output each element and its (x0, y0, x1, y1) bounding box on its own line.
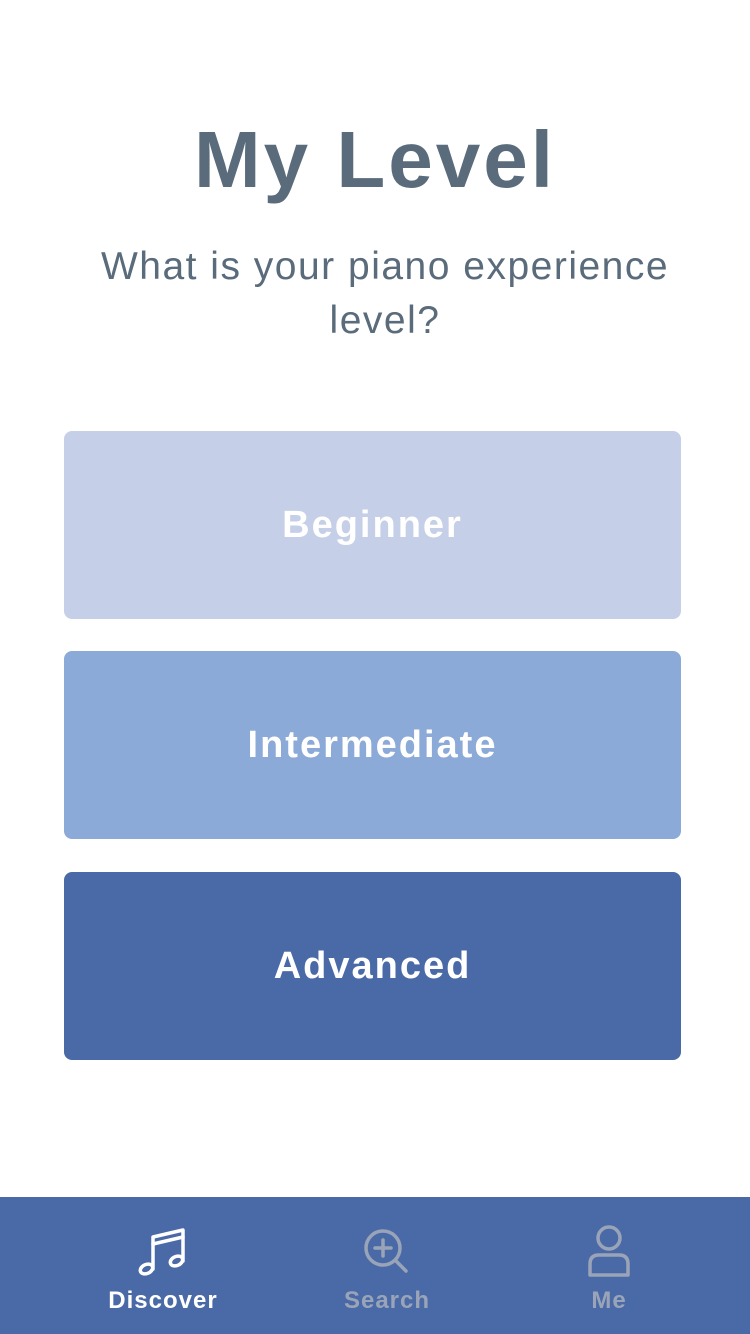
tab-me[interactable]: Me (484, 1197, 734, 1334)
intermediate-button[interactable]: Intermediate (64, 651, 681, 839)
advanced-button-label: Advanced (273, 944, 472, 987)
beginner-button[interactable]: Beginner (64, 431, 681, 619)
person-icon (588, 1225, 630, 1277)
tab-me-label: Me (591, 1287, 627, 1314)
bottom-tab-bar: Discover Search Me (0, 1197, 750, 1334)
search-plus-icon (364, 1229, 408, 1273)
advanced-button[interactable]: Advanced (64, 872, 681, 1060)
tab-search-label: Search (343, 1287, 431, 1314)
page-subtitle: What is your piano experience level? (100, 245, 670, 342)
beginner-button-label: Beginner (282, 503, 463, 546)
page-title: My Level (194, 115, 556, 204)
tab-discover-label: Discover (108, 1287, 218, 1314)
intermediate-button-label: Intermediate (247, 723, 498, 766)
music-note-icon (138, 1228, 185, 1276)
tab-discover[interactable]: Discover (38, 1197, 288, 1334)
tab-search[interactable]: Search (262, 1197, 512, 1334)
